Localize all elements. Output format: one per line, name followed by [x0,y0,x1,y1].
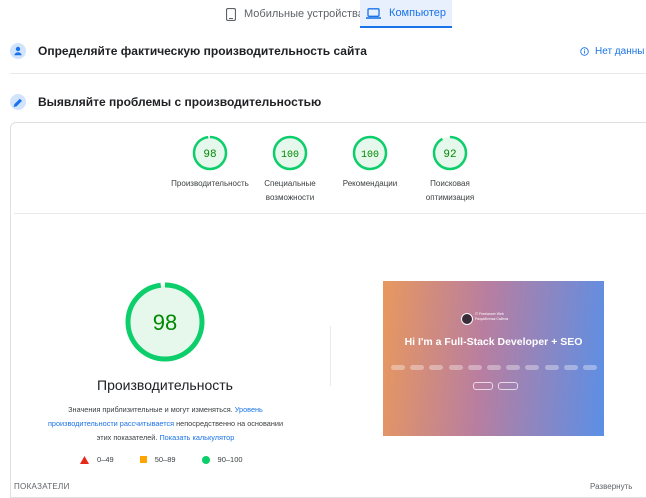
square-icon [139,456,147,463]
vertical-divider [330,326,331,386]
gauge-label-2: возможности [265,193,315,202]
performance-gauge-large: 98 [125,282,205,362]
gauge-score: 92 [443,149,456,161]
no-data-link[interactable]: Нет данны [580,46,644,57]
screenshot-chips [391,365,597,370]
gauge-label: Производительность [171,179,249,188]
screenshot-button [473,382,493,390]
screenshot-headline: Hi I'm a Full-Stack Developer + SEO [404,336,583,348]
legend-average-label: 50–89 [154,455,176,464]
legend-good: 90–100 [201,455,243,464]
chip [544,365,559,370]
users-badge-icon [10,43,26,59]
gauge-ring: 100 [352,135,388,171]
chip [582,365,597,370]
chip [410,365,425,370]
gauge-score: 100 [361,150,379,161]
chip [563,365,578,370]
desc-text: Значения приблизительные и могут изменят… [68,405,235,414]
gauge-score: 98 [203,149,216,161]
gauge-label: Специальные [264,179,316,188]
diagnose-title: Выявляйте проблемы с производительностью [38,95,322,109]
divider [14,213,646,214]
tab-mobile[interactable]: Мобильные устройства [220,0,370,28]
chip [467,365,482,370]
legend-average: 50–89 [139,455,176,464]
screenshot-buttons [473,382,518,390]
score-legend: 0–49 50–89 90–100 [80,455,269,464]
desc-text: этих показателей. [96,433,160,442]
circle-icon [201,455,210,464]
chip [486,365,501,370]
screenshot-name: IT Freelancer Web Разработчик Сайтов [475,312,509,321]
field-data-section-header[interactable]: Определяйте фактическую производительнос… [10,43,367,59]
gauge-label: Поисковая [430,179,470,188]
device-tabs: Мобильные устройства Компьютер [0,0,646,30]
gauge-label: Рекомендации [342,179,398,188]
divider [10,73,646,74]
chip [506,365,521,370]
laptop-icon [366,7,382,19]
info-icon [580,47,589,56]
tab-desktop-label: Компьютер [389,7,446,19]
legend-poor: 0–49 [80,455,114,464]
chip [391,365,405,370]
chip [429,365,444,370]
calc-link[interactable]: производительности рассчитывается [48,419,174,428]
gauge-ring: 92 [432,135,468,171]
field-data-title: Определяйте фактическую производительнос… [38,44,367,58]
gauge-ring: 98 [192,135,228,171]
performance-score: 98 [153,310,177,335]
metrics-heading: ПОКАЗАТЕЛИ [14,482,70,491]
gauge-score: 100 [281,150,299,161]
no-data-label: Нет данны [595,46,645,57]
screenshot-button [498,382,518,390]
legend-good-label: 90–100 [217,455,243,464]
tab-mobile-label: Мобильные устройства [244,8,364,20]
gauge-seo[interactable]: 92 Поисковая оптимизация [400,135,500,205]
chip [448,365,463,370]
legend-poor-label: 0–49 [97,455,114,464]
screenshot-subtitle: ​ [383,353,604,357]
diagnose-section-header[interactable]: Выявляйте проблемы с производительностью [10,94,321,110]
gauge-ring: 100 [272,135,308,171]
score-link[interactable]: Уровень [235,405,263,414]
category-gauges: 98 Производительность 100 Специальные воз… [10,135,646,215]
avatar [461,313,473,325]
gauge-label-2: оптимизация [425,193,475,202]
chip [525,365,540,370]
performance-description: Значения приблизительные и могут изменят… [28,403,303,445]
tab-desktop[interactable]: Компьютер [360,0,452,28]
performance-title: Производительность [97,377,233,393]
show-calculator-link[interactable]: Показать калькулятор [159,433,234,442]
expand-toggle[interactable]: Развернуть [590,482,632,491]
phone-icon [226,7,236,21]
page-screenshot: IT Freelancer Web Разработчик Сайтов Hi I… [383,281,604,436]
desc-text: непосредственно на основании [174,419,284,428]
lab-badge-icon [10,94,26,110]
triangle-icon [80,455,89,464]
